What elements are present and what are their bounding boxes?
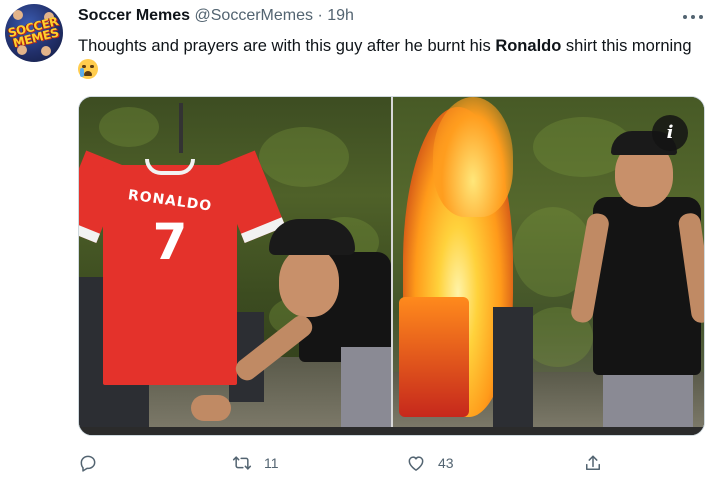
tweet-timestamp[interactable]: 19h xyxy=(327,7,354,24)
ronaldo-shirt: RONALDO 7 xyxy=(79,147,286,387)
more-options-button[interactable] xyxy=(682,4,704,25)
author-name[interactable]: Soccer Memes xyxy=(78,7,190,24)
like-count: 43 xyxy=(438,455,454,471)
reply-icon xyxy=(80,455,96,472)
shirt-number-text: 7 xyxy=(152,213,188,271)
burning-shirt xyxy=(399,297,469,417)
share-button[interactable] xyxy=(583,450,615,476)
tweet-header: Soccer Memes @SoccerMemes · 19h xyxy=(78,6,354,26)
author-handle[interactable]: @SoccerMemes xyxy=(195,7,314,24)
retweet-count: 11 xyxy=(264,455,279,471)
loudly-crying-face-emoji xyxy=(78,59,98,79)
hanger xyxy=(179,103,183,153)
grill xyxy=(493,307,533,427)
share-icon xyxy=(586,455,600,470)
more-horizontal-icon xyxy=(683,15,703,19)
info-button[interactable]: i xyxy=(652,115,688,151)
tweet-text-part: Thoughts and prayers are with this guy a… xyxy=(78,37,496,55)
avatar-face-decoration xyxy=(41,46,51,56)
like-button[interactable]: 43 xyxy=(406,450,454,476)
tweet-media[interactable]: RONALDO 7 i xyxy=(78,96,705,436)
media-bottom-strip xyxy=(79,427,704,435)
tweet-actions: 11 43 xyxy=(78,450,618,476)
tweet-text: Thoughts and prayers are with this guy a… xyxy=(78,34,708,82)
heart-icon xyxy=(408,456,424,471)
header-separator: · xyxy=(317,7,323,24)
retweet-button[interactable]: 11 xyxy=(232,450,279,476)
avatar-face-decoration xyxy=(13,10,23,20)
profile-avatar[interactable]: SOCCER MEMES xyxy=(5,4,63,62)
avatar-logo: SOCCER MEMES xyxy=(6,14,60,51)
tweet-text-part: shirt this morning xyxy=(561,37,692,55)
media-frame-left: RONALDO 7 xyxy=(79,97,391,427)
tweet-text-bold: Ronaldo xyxy=(495,37,562,55)
fire xyxy=(433,97,513,217)
media-frame-right: i xyxy=(393,97,704,427)
retweet-icon xyxy=(232,456,252,470)
reply-button[interactable] xyxy=(78,450,110,476)
